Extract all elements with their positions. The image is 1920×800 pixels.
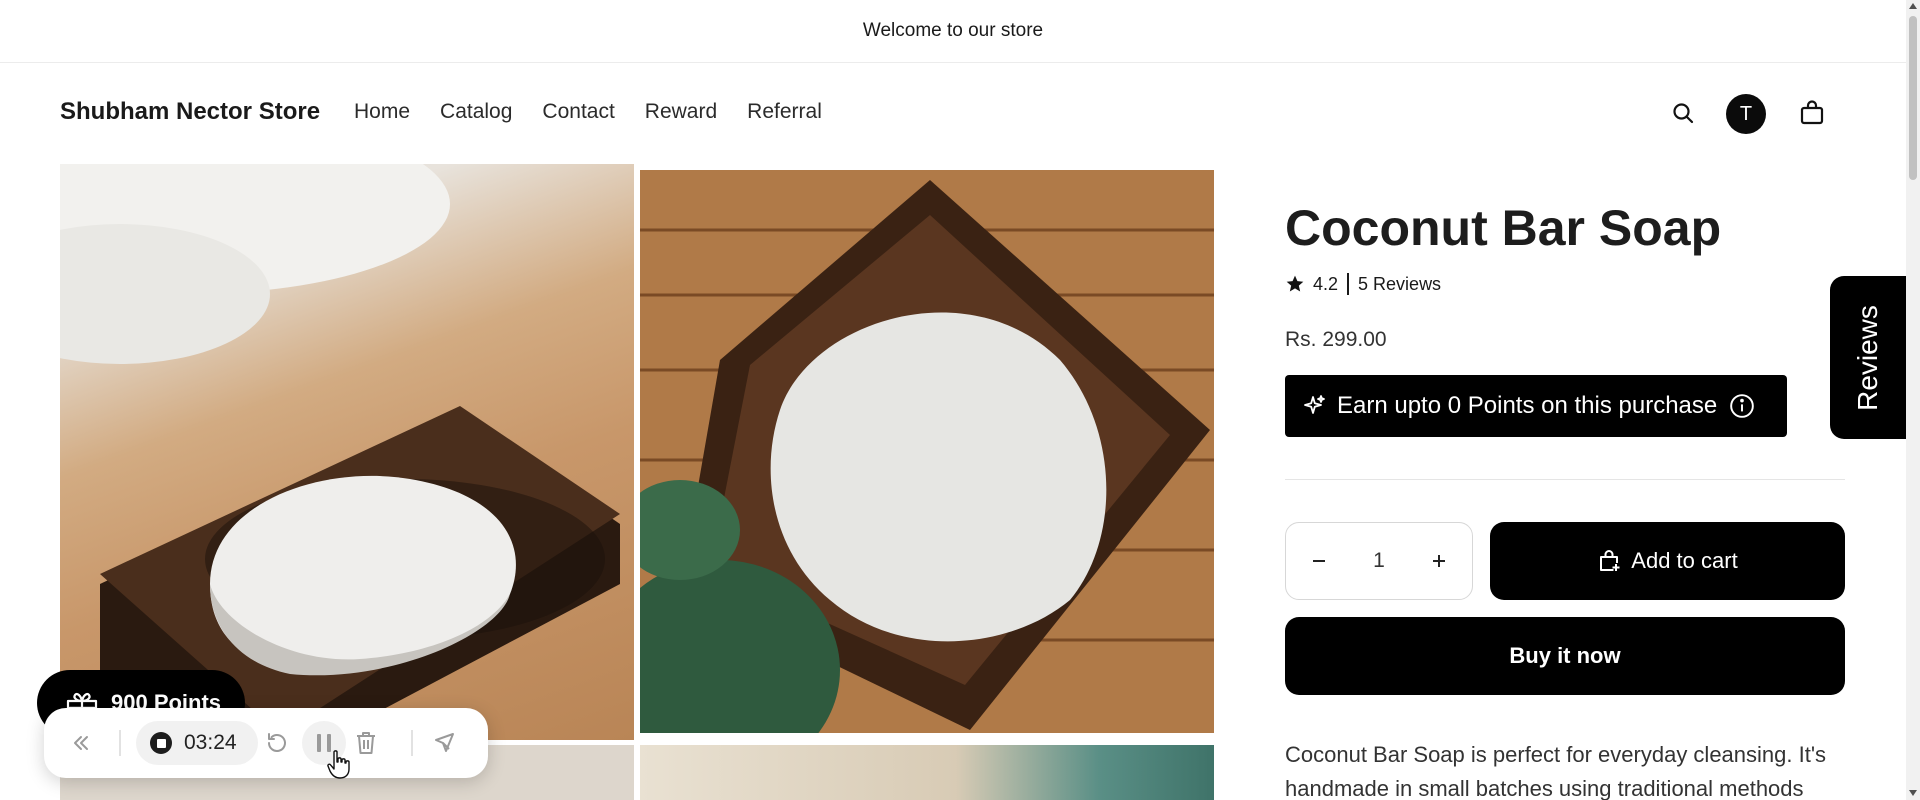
- rating-divider: [1347, 273, 1350, 295]
- account-icon[interactable]: T: [1726, 94, 1766, 134]
- nav-contact[interactable]: Contact: [542, 100, 614, 124]
- stop-recording-icon[interactable]: [150, 732, 172, 754]
- add-to-cart-label: Add to cart: [1631, 548, 1738, 573]
- review-count: 5 Reviews: [1358, 273, 1442, 294]
- restart-icon[interactable]: [262, 728, 292, 758]
- bag-plus-icon: [1600, 550, 1620, 572]
- hand-cursor-icon: [327, 750, 350, 779]
- nav-catalog[interactable]: Catalog: [440, 100, 512, 124]
- sparkle-icon: [1304, 395, 1325, 414]
- points-banner: Earn upto 0 Points on this purchase: [1285, 375, 1787, 437]
- scroll-up-arrow-icon[interactable]: [1909, 3, 1917, 9]
- add-to-cart-button[interactable]: Add to cart: [1490, 522, 1845, 600]
- reviews-tab[interactable]: Reviews: [1830, 276, 1906, 439]
- product-image-1[interactable]: [60, 164, 634, 740]
- points-banner-text: Earn upto 0 Points on this purchase: [1337, 392, 1718, 419]
- pointer-icon[interactable]: [430, 728, 460, 758]
- buy-now-button[interactable]: Buy it now: [1285, 617, 1845, 695]
- trash-icon[interactable]: [351, 728, 381, 758]
- nav-home[interactable]: Home: [354, 100, 410, 124]
- page-scrollbar[interactable]: [1906, 0, 1920, 800]
- scroll-thumb[interactable]: [1909, 16, 1917, 180]
- recording-timer[interactable]: 03:24: [136, 721, 258, 765]
- recording-time: 03:24: [184, 731, 237, 754]
- screen-recorder-toolbar: 03:24: [44, 708, 488, 778]
- product-description: Coconut Bar Soap is perfect for everyday…: [1285, 742, 1827, 800]
- reviews-tab-label: Reviews: [1852, 304, 1883, 411]
- nav-referral[interactable]: Referral: [747, 100, 822, 124]
- product-image-2[interactable]: [640, 170, 1214, 733]
- info-icon[interactable]: [1729, 393, 1755, 419]
- scroll-down-arrow-icon[interactable]: [1909, 790, 1917, 796]
- quantity-value[interactable]: 1: [1373, 549, 1385, 573]
- star-icon: [1286, 275, 1304, 292]
- product-price: Rs. 299.00: [1285, 328, 1387, 351]
- rating-value: 4.2: [1313, 273, 1339, 294]
- toolbar-divider: [119, 730, 121, 756]
- quantity-stepper[interactable]: 1: [1285, 522, 1473, 600]
- search-icon[interactable]: [1668, 98, 1698, 128]
- cart-icon[interactable]: [1796, 97, 1828, 129]
- product-rating[interactable]: 4.2 5 Reviews: [1285, 273, 1441, 295]
- announcement-bar: Welcome to our store: [0, 0, 1906, 63]
- site-header: Shubham Nector Store Home Catalog Contac…: [0, 64, 1906, 162]
- collapse-chevrons-icon[interactable]: [68, 730, 94, 756]
- product-title: Coconut Bar Soap: [1285, 200, 1722, 256]
- main-nav: Home Catalog Contact Reward Referral: [354, 100, 822, 124]
- toolbar-divider: [411, 730, 413, 756]
- nav-reward[interactable]: Reward: [645, 100, 717, 124]
- product-image-4[interactable]: [640, 745, 1214, 800]
- announcement-text: Welcome to our store: [862, 20, 1044, 41]
- section-divider: [1285, 479, 1845, 480]
- store-logo[interactable]: Shubham Nector Store: [60, 98, 320, 126]
- plus-icon[interactable]: [1426, 548, 1452, 574]
- minus-icon[interactable]: [1306, 548, 1332, 574]
- account-initial: T: [1739, 102, 1753, 125]
